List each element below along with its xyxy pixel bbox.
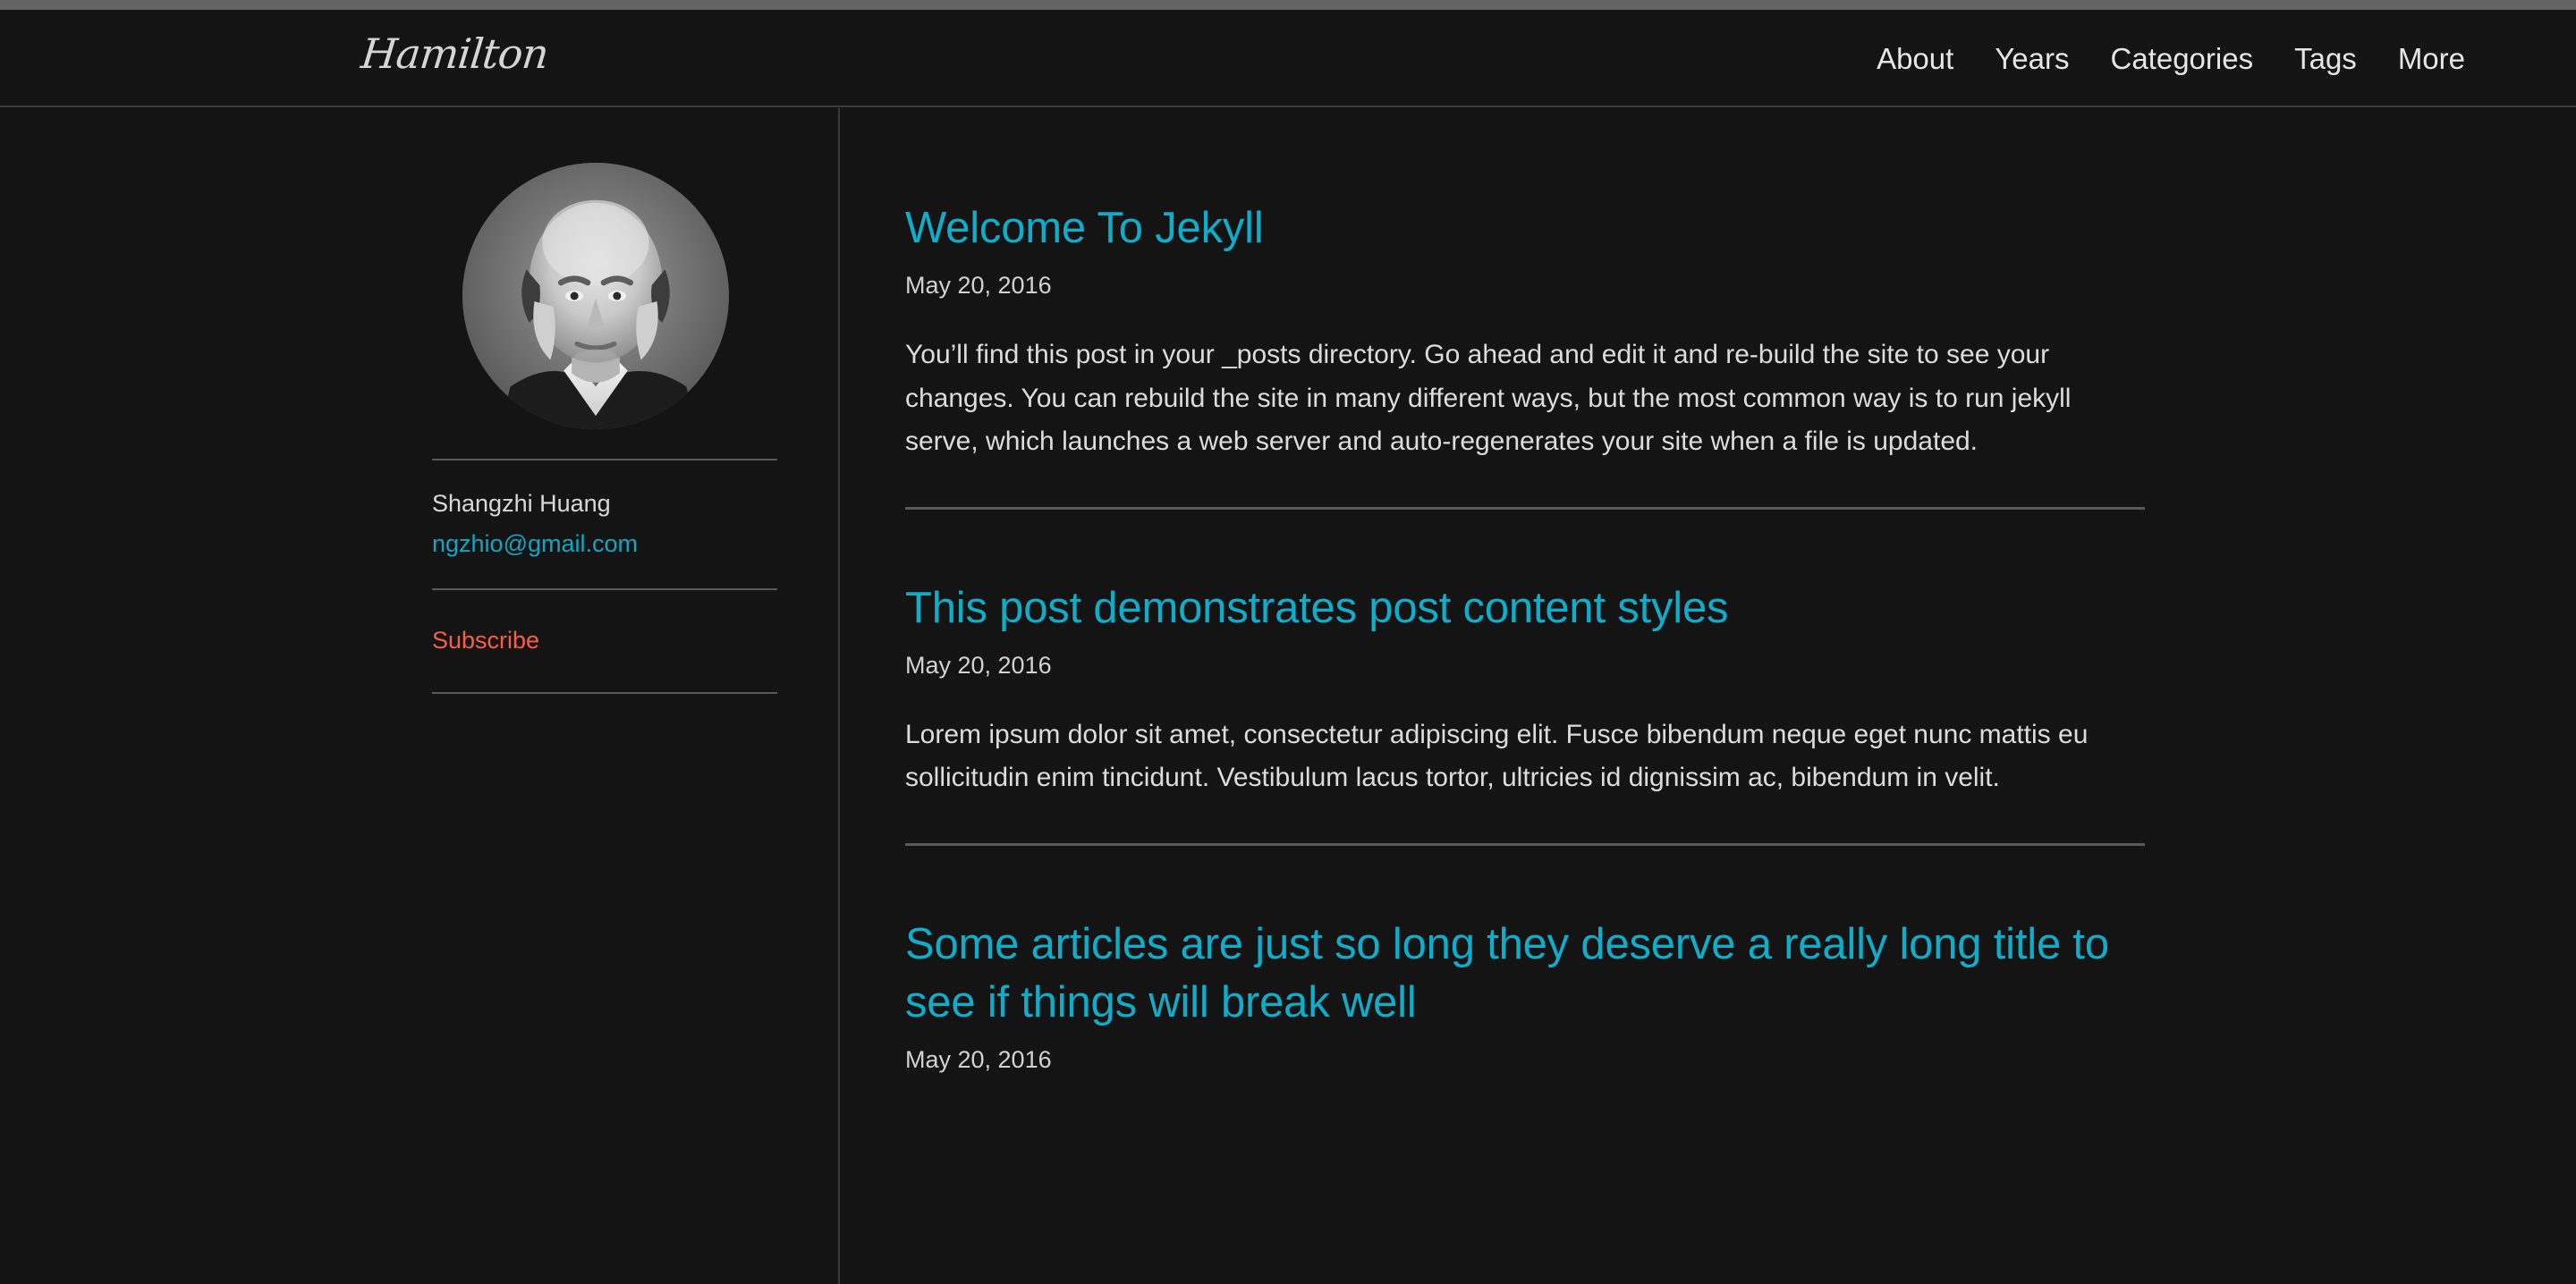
site-header: Hamilton About Years Categories Tags Mor… [0, 10, 2576, 107]
post-list-item: Welcome To Jekyll May 20, 2016 You’ll fi… [905, 199, 2145, 464]
post-list-item: Some articles are just so long they dese… [905, 916, 2145, 1077]
sidebar-inner: Shangzhi Huang ngzhio@gmail.com Subscrib… [432, 459, 777, 695]
post-separator [905, 506, 2145, 510]
nav-item-years[interactable]: Years [1995, 44, 2069, 73]
nav-item-tags[interactable]: Tags [2294, 44, 2357, 73]
page-body: Shangzhi Huang ngzhio@gmail.com Subscrib… [0, 108, 2576, 1284]
nav-item-categories[interactable]: Categories [2111, 44, 2254, 73]
author-email-link[interactable]: ngzhio@gmail.com [432, 526, 638, 562]
author-block: Shangzhi Huang ngzhio@gmail.com [432, 460, 777, 588]
subscribe-link[interactable]: Subscribe [432, 627, 539, 654]
nav-item-about[interactable]: About [1877, 44, 1953, 73]
post-list: Welcome To Jekyll May 20, 2016 You’ll fi… [840, 108, 2576, 1284]
site-logo[interactable]: Hamilton [359, 30, 550, 78]
sidebar-divider-bottom [432, 692, 777, 695]
post-date: May 20, 2016 [905, 651, 1052, 679]
post-separator [905, 842, 2145, 846]
subscribe-block: Subscribe [432, 590, 777, 692]
post-excerpt: You’ll find this post in your _posts dir… [905, 339, 2072, 457]
post-title-link[interactable]: This post demonstrates post content styl… [905, 579, 2145, 638]
avatar [462, 163, 729, 429]
site-nav: About Years Categories Tags More [1877, 10, 2465, 107]
nav-item-more[interactable]: More [2398, 44, 2465, 73]
author-name: Shangzhi Huang [432, 490, 611, 517]
browser-chrome-bar [0, 0, 2576, 10]
post-date: May 20, 2016 [905, 272, 1052, 300]
post-date: May 20, 2016 [905, 1046, 1052, 1074]
sidebar: Shangzhi Huang ngzhio@gmail.com Subscrib… [0, 108, 838, 1284]
post-list-item: This post demonstrates post content styl… [905, 579, 2145, 800]
post-excerpt: Lorem ipsum dolor sit amet, consectetur … [905, 719, 2089, 793]
post-title-link[interactable]: Some articles are just so long they dese… [905, 916, 2145, 1032]
post-title-link[interactable]: Welcome To Jekyll [905, 199, 2145, 258]
